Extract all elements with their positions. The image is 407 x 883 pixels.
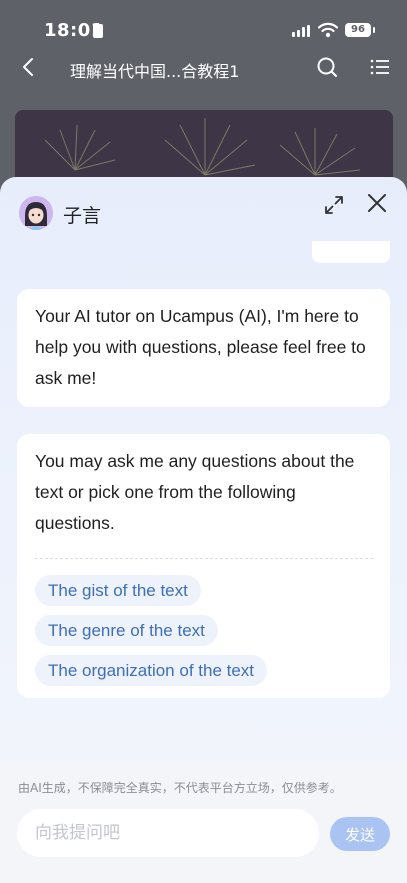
suggestion-chip[interactable]: The organization of the text bbox=[35, 655, 268, 686]
message-card: Your AI tutor on Ucampus (AI), I'm here … bbox=[17, 289, 390, 407]
expand-icon[interactable] bbox=[322, 193, 346, 217]
ai-assistant-sheet: 子言 Your AI tutor on Ucampus (AI), I'm he… bbox=[0, 177, 407, 883]
menu-icon[interactable] bbox=[370, 58, 390, 76]
question-input[interactable] bbox=[17, 809, 319, 857]
send-button[interactable]: 发送 bbox=[330, 817, 390, 851]
assistant-header: 子言 bbox=[0, 177, 407, 247]
close-icon[interactable] bbox=[365, 191, 389, 215]
signal-icon bbox=[292, 25, 312, 37]
suggestion-chip[interactable]: The genre of the text bbox=[35, 615, 218, 646]
suggestion-chip[interactable]: The gist of the text bbox=[35, 575, 201, 606]
message-actions-partial bbox=[312, 241, 390, 263]
composer-footer: 由AI生成，不保障完全真实，不代表平台方立场，仅供参考。 发送 bbox=[0, 761, 407, 883]
search-icon[interactable] bbox=[316, 56, 338, 78]
ai-disclaimer: 由AI生成，不保障完全真实，不代表平台方立场，仅供参考。 bbox=[18, 781, 342, 795]
page-title: 理解当代中国...合教程1 bbox=[70, 62, 240, 81]
message-text: Your AI tutor on Ucampus (AI), I'm here … bbox=[35, 306, 366, 388]
battery-indicator: 96 bbox=[345, 23, 375, 37]
assistant-avatar bbox=[19, 196, 53, 230]
message-text: You may ask me any questions about the t… bbox=[35, 451, 355, 533]
wifi-icon bbox=[318, 22, 338, 38]
assistant-name: 子言 bbox=[63, 205, 102, 227]
person-badge-icon bbox=[93, 24, 103, 38]
dashed-divider bbox=[35, 558, 373, 559]
nav-bar: 理解当代中国...合教程1 bbox=[0, 48, 407, 88]
message-card: You may ask me any questions about the t… bbox=[17, 434, 390, 698]
back-icon[interactable] bbox=[20, 56, 36, 78]
